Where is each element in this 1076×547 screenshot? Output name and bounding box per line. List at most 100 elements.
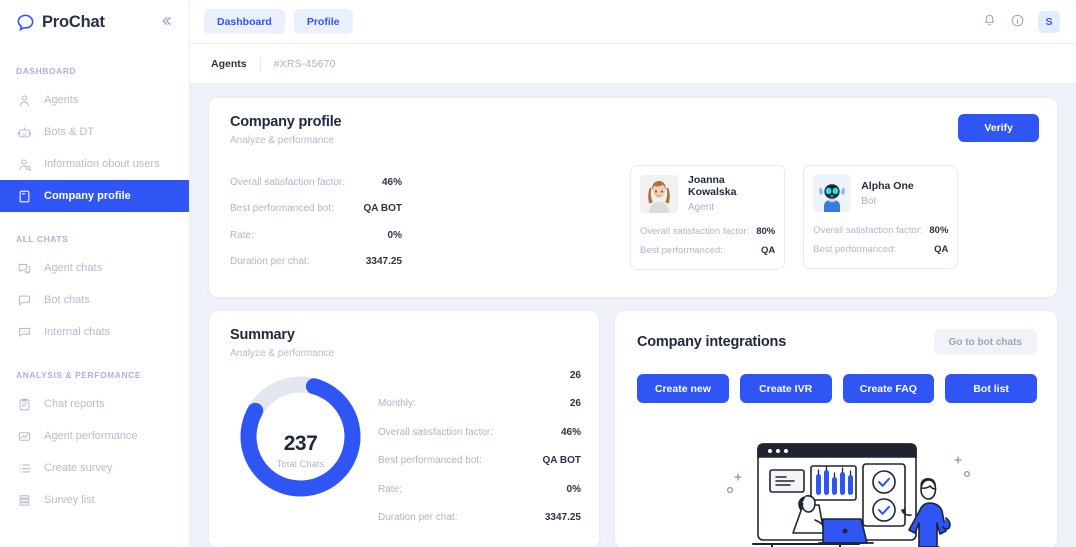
breadcrumb-divider xyxy=(259,56,261,71)
summary-card: Summary Analyze & performance 237 Total … xyxy=(209,311,599,547)
brand-header: ProChat xyxy=(0,0,189,44)
profile-stat-row: Overall satisfaction factor: 80% xyxy=(813,221,948,240)
chart-icon xyxy=(17,429,32,444)
stat-row: Duration per chat: 3347.25 xyxy=(230,249,402,276)
tab-profile[interactable]: Profile xyxy=(293,9,353,34)
robot-icon xyxy=(17,125,32,140)
sidebar-item-label: Information obout users xyxy=(44,157,160,170)
content-area: Company profile Analyze & performance Ov… xyxy=(190,84,1076,547)
create-ivr-button[interactable]: Create IVR xyxy=(739,374,832,403)
summary-stat-value: 46% xyxy=(560,426,581,438)
create-faq-button[interactable]: Create FAQ xyxy=(842,374,935,403)
sidebar-item-label: Agent performance xyxy=(44,429,138,442)
summary-stat-row: Overall satisfaction factor: 46% xyxy=(378,418,581,447)
tab-dashboard[interactable]: Dashboard xyxy=(204,9,285,34)
stat-value: 3347.25 xyxy=(365,256,402,268)
profile-mini-cards: Joanna Kowalska Agent Overall satisfacti… xyxy=(630,114,959,279)
breadcrumb: Agents #XRS-45670 xyxy=(190,44,1076,84)
integrations-buttons: Create new Create IVR Create FAQ Bot lis… xyxy=(637,374,1037,403)
donut-chart: 237 Total Chats xyxy=(233,369,368,532)
sidebar-item-internal-chats[interactable]: Internal chats xyxy=(0,316,189,348)
nav-group-title-all-chats: ALL CHATS xyxy=(16,234,69,244)
sidebar-item-chat-reports[interactable]: Chat reports xyxy=(0,388,189,420)
sidebar-item-agents[interactable]: Agents xyxy=(0,84,189,116)
brand-name: ProChat xyxy=(42,12,105,31)
book-icon xyxy=(17,189,32,204)
donut-center-label: 237 Total Chats xyxy=(233,369,368,532)
create-new-button[interactable]: Create new xyxy=(637,374,729,403)
summary-stat-value: QA BOT xyxy=(542,455,581,467)
bell-icon[interactable] xyxy=(982,13,1000,31)
info-circle-icon[interactable] xyxy=(1010,13,1028,31)
stat-label: Best performanced bot: xyxy=(230,203,334,215)
person-icon xyxy=(17,93,32,108)
main-area: Dashboard Profile S Agents #XRS-45670 Co… xyxy=(190,0,1076,547)
summary-body: 237 Total Chats 26 Monthly: 26 Overall s… xyxy=(230,359,581,532)
sidebar-item-agent-chats[interactable]: Agent chats xyxy=(0,252,189,284)
sidebar-item-agent-performance[interactable]: Agent performance xyxy=(0,420,189,452)
stat-label: Rate: xyxy=(230,229,254,241)
team-dashboard-illustration xyxy=(715,430,985,547)
breadcrumb-main[interactable]: Agents xyxy=(211,58,247,70)
sidebar-item-create-survey[interactable]: Create survey xyxy=(0,452,189,484)
donut-label: Total Chats xyxy=(276,458,325,470)
summary-stats: 26 Monthly: 26 Overall satisfaction fact… xyxy=(368,359,581,532)
summary-stat-label: Overall satisfaction factor: xyxy=(378,426,494,438)
go-to-bot-chats-button[interactable]: Go to bot chats xyxy=(933,329,1037,355)
stat-row: Best performanced bot: QA BOT xyxy=(230,196,402,223)
integrations-title: Company integrations xyxy=(637,334,787,350)
chat-bubble-icon xyxy=(16,13,35,32)
summary-stat-label: Best performanced bot: xyxy=(378,455,482,467)
profile-stat-value: QA xyxy=(934,244,949,255)
sidebar-item-information-about-users[interactable]: Information obout users xyxy=(0,148,189,180)
sidebar-item-label: Survey list xyxy=(44,493,95,506)
sidebar-item-label: Internal chats xyxy=(44,325,111,338)
summary-stat-row: Duration per chat: 3347.25 xyxy=(378,504,581,533)
summary-stat-value: 26 xyxy=(569,369,581,381)
summary-stat-label: Monthly: xyxy=(378,398,416,410)
sidebar-item-label: Agent chats xyxy=(44,261,103,274)
donut-value: 237 xyxy=(283,431,318,455)
chevron-double-left-icon[interactable] xyxy=(159,14,175,30)
profile-name: Alpha One xyxy=(861,179,914,192)
summary-stat-value: 26 xyxy=(569,398,581,410)
verify-button[interactable]: Verify xyxy=(958,114,1039,142)
chat-icon xyxy=(17,293,32,308)
profile-stat-row: Overall satisfaction factor: 80% xyxy=(640,222,775,241)
profile-stat-value: 80% xyxy=(756,226,776,237)
avatar[interactable]: S xyxy=(1038,10,1060,33)
sidebar-item-company-profile[interactable]: Company profile xyxy=(0,180,189,212)
sidebar-item-label: Agents xyxy=(44,93,79,106)
breadcrumb-sub: #XRS-45670 xyxy=(273,57,336,70)
nav-group-title-analysis: ANALYSIS & PERFOMANCE xyxy=(16,370,142,380)
profile-stats: Overall satisfaction factor: 80% Best pe… xyxy=(640,222,775,260)
profile-role: Agent xyxy=(688,202,715,213)
profile-stat-row: Best performanced: QA xyxy=(813,240,948,259)
company-profile-left: Company profile Analyze & performance Ov… xyxy=(230,114,630,279)
profile-card-bot[interactable]: Alpha One Bot Overall satisfaction facto… xyxy=(803,165,959,269)
profile-stat-label: Best performanced: xyxy=(640,245,723,256)
sidebar-item-label: Chat reports xyxy=(44,397,105,410)
sidebar-item-survey-list[interactable]: Survey list xyxy=(0,484,189,516)
clipboard-icon xyxy=(17,397,32,412)
page-title: Company profile xyxy=(230,114,342,130)
robot-avatar xyxy=(813,174,852,212)
company-profile-subtitle: Analyze & performance xyxy=(230,135,334,146)
profile-card-header: Joanna Kowalska Agent xyxy=(640,174,775,213)
sidebar-item-bot-chats[interactable]: Bot chats xyxy=(0,284,189,316)
company-integrations-card: Company integrations Go to bot chats Cre… xyxy=(615,311,1057,547)
summary-stat-label: Rate: xyxy=(378,483,402,495)
bot-list-button[interactable]: Bot list xyxy=(945,374,1037,403)
sidebar-item-label: Company profile xyxy=(44,189,131,202)
summary-stat-value: 3347.25 xyxy=(544,512,581,524)
sidebar-item-bots-dt[interactable]: Bots & DT xyxy=(0,116,189,148)
list-icon xyxy=(17,461,32,476)
nav-group-title-dashboard: DASHBOARD xyxy=(16,66,77,76)
stat-row: Rate: 0% xyxy=(230,222,402,249)
sidebar-item-label: Create survey xyxy=(44,461,113,474)
stat-label: Duration per chat: xyxy=(230,256,310,268)
stat-value: QA BOT xyxy=(363,203,402,215)
chat-dots-icon xyxy=(17,325,32,340)
chats-icon xyxy=(17,261,32,276)
profile-card-agent[interactable]: Joanna Kowalska Agent Overall satisfacti… xyxy=(630,165,786,270)
